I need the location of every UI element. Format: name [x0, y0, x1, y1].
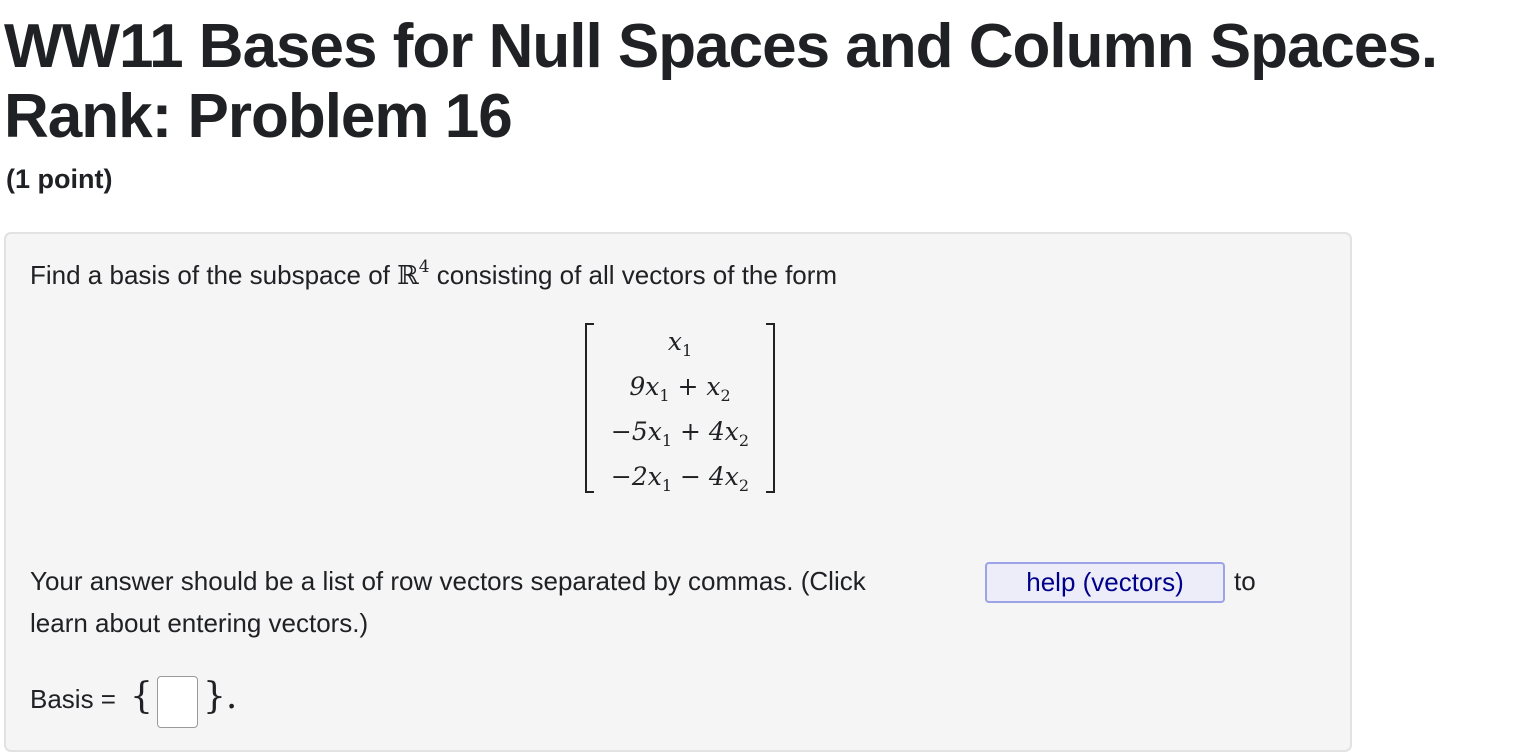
open-brace: { — [130, 676, 153, 717]
matrix-row-1: x1 — [593, 327, 767, 360]
matrix-subscript: 2 — [738, 431, 750, 450]
help-vectors-button[interactable]: help (vectors) — [985, 562, 1225, 603]
real-numbers-symbol: ℝ — [397, 261, 419, 291]
matrix-term: −2x — [610, 462, 662, 491]
matrix-subscript: 2 — [720, 386, 731, 405]
matrix-subscript: 2 — [738, 476, 750, 495]
page-title: WW11 Bases for Null Spaces and Column Sp… — [4, 12, 1438, 151]
matrix-term: + 4x — [672, 417, 739, 446]
close-brace: }. — [203, 676, 238, 717]
instructions-line-2: learn about entering vectors.) — [30, 608, 369, 638]
vector-form-matrix: x1 9x1 + x2 −5x1 + 4x2 −2x1 − 4x2 — [585, 323, 775, 495]
basis-answer-input[interactable] — [157, 676, 198, 728]
matrix-term: 9x — [629, 372, 660, 401]
matrix-term: −5x — [610, 417, 662, 446]
matrix-subscript: 1 — [661, 431, 673, 450]
matrix-row-3: −5x1 + 4x2 — [593, 417, 767, 450]
instructions-line-1: Your answer should be a list of row vect… — [30, 566, 866, 596]
problem-intro: Find a basis of the subspace of ℝ4 consi… — [30, 257, 838, 291]
matrix-row-4: −2x1 − 4x2 — [593, 462, 767, 495]
matrix-row-2: 9x1 + x2 — [593, 372, 767, 405]
intro-text-after: consisting of all vectors of the form — [429, 260, 838, 290]
matrix-subscript: 1 — [681, 341, 693, 360]
matrix-term: x — [667, 327, 682, 356]
matrix-subscript: 1 — [659, 386, 670, 405]
matrix-subscript: 1 — [661, 476, 673, 495]
matrix-right-bracket — [766, 323, 775, 493]
matrix-term: − 4x — [672, 462, 739, 491]
space-exponent: 4 — [418, 257, 430, 277]
instructions-line-1-end: to — [1234, 566, 1256, 596]
matrix-term: + x — [669, 372, 721, 401]
points-label: (1 point) — [6, 164, 113, 194]
intro-text-before: Find a basis of the subspace of — [30, 260, 398, 290]
basis-label: Basis = — [30, 684, 116, 714]
